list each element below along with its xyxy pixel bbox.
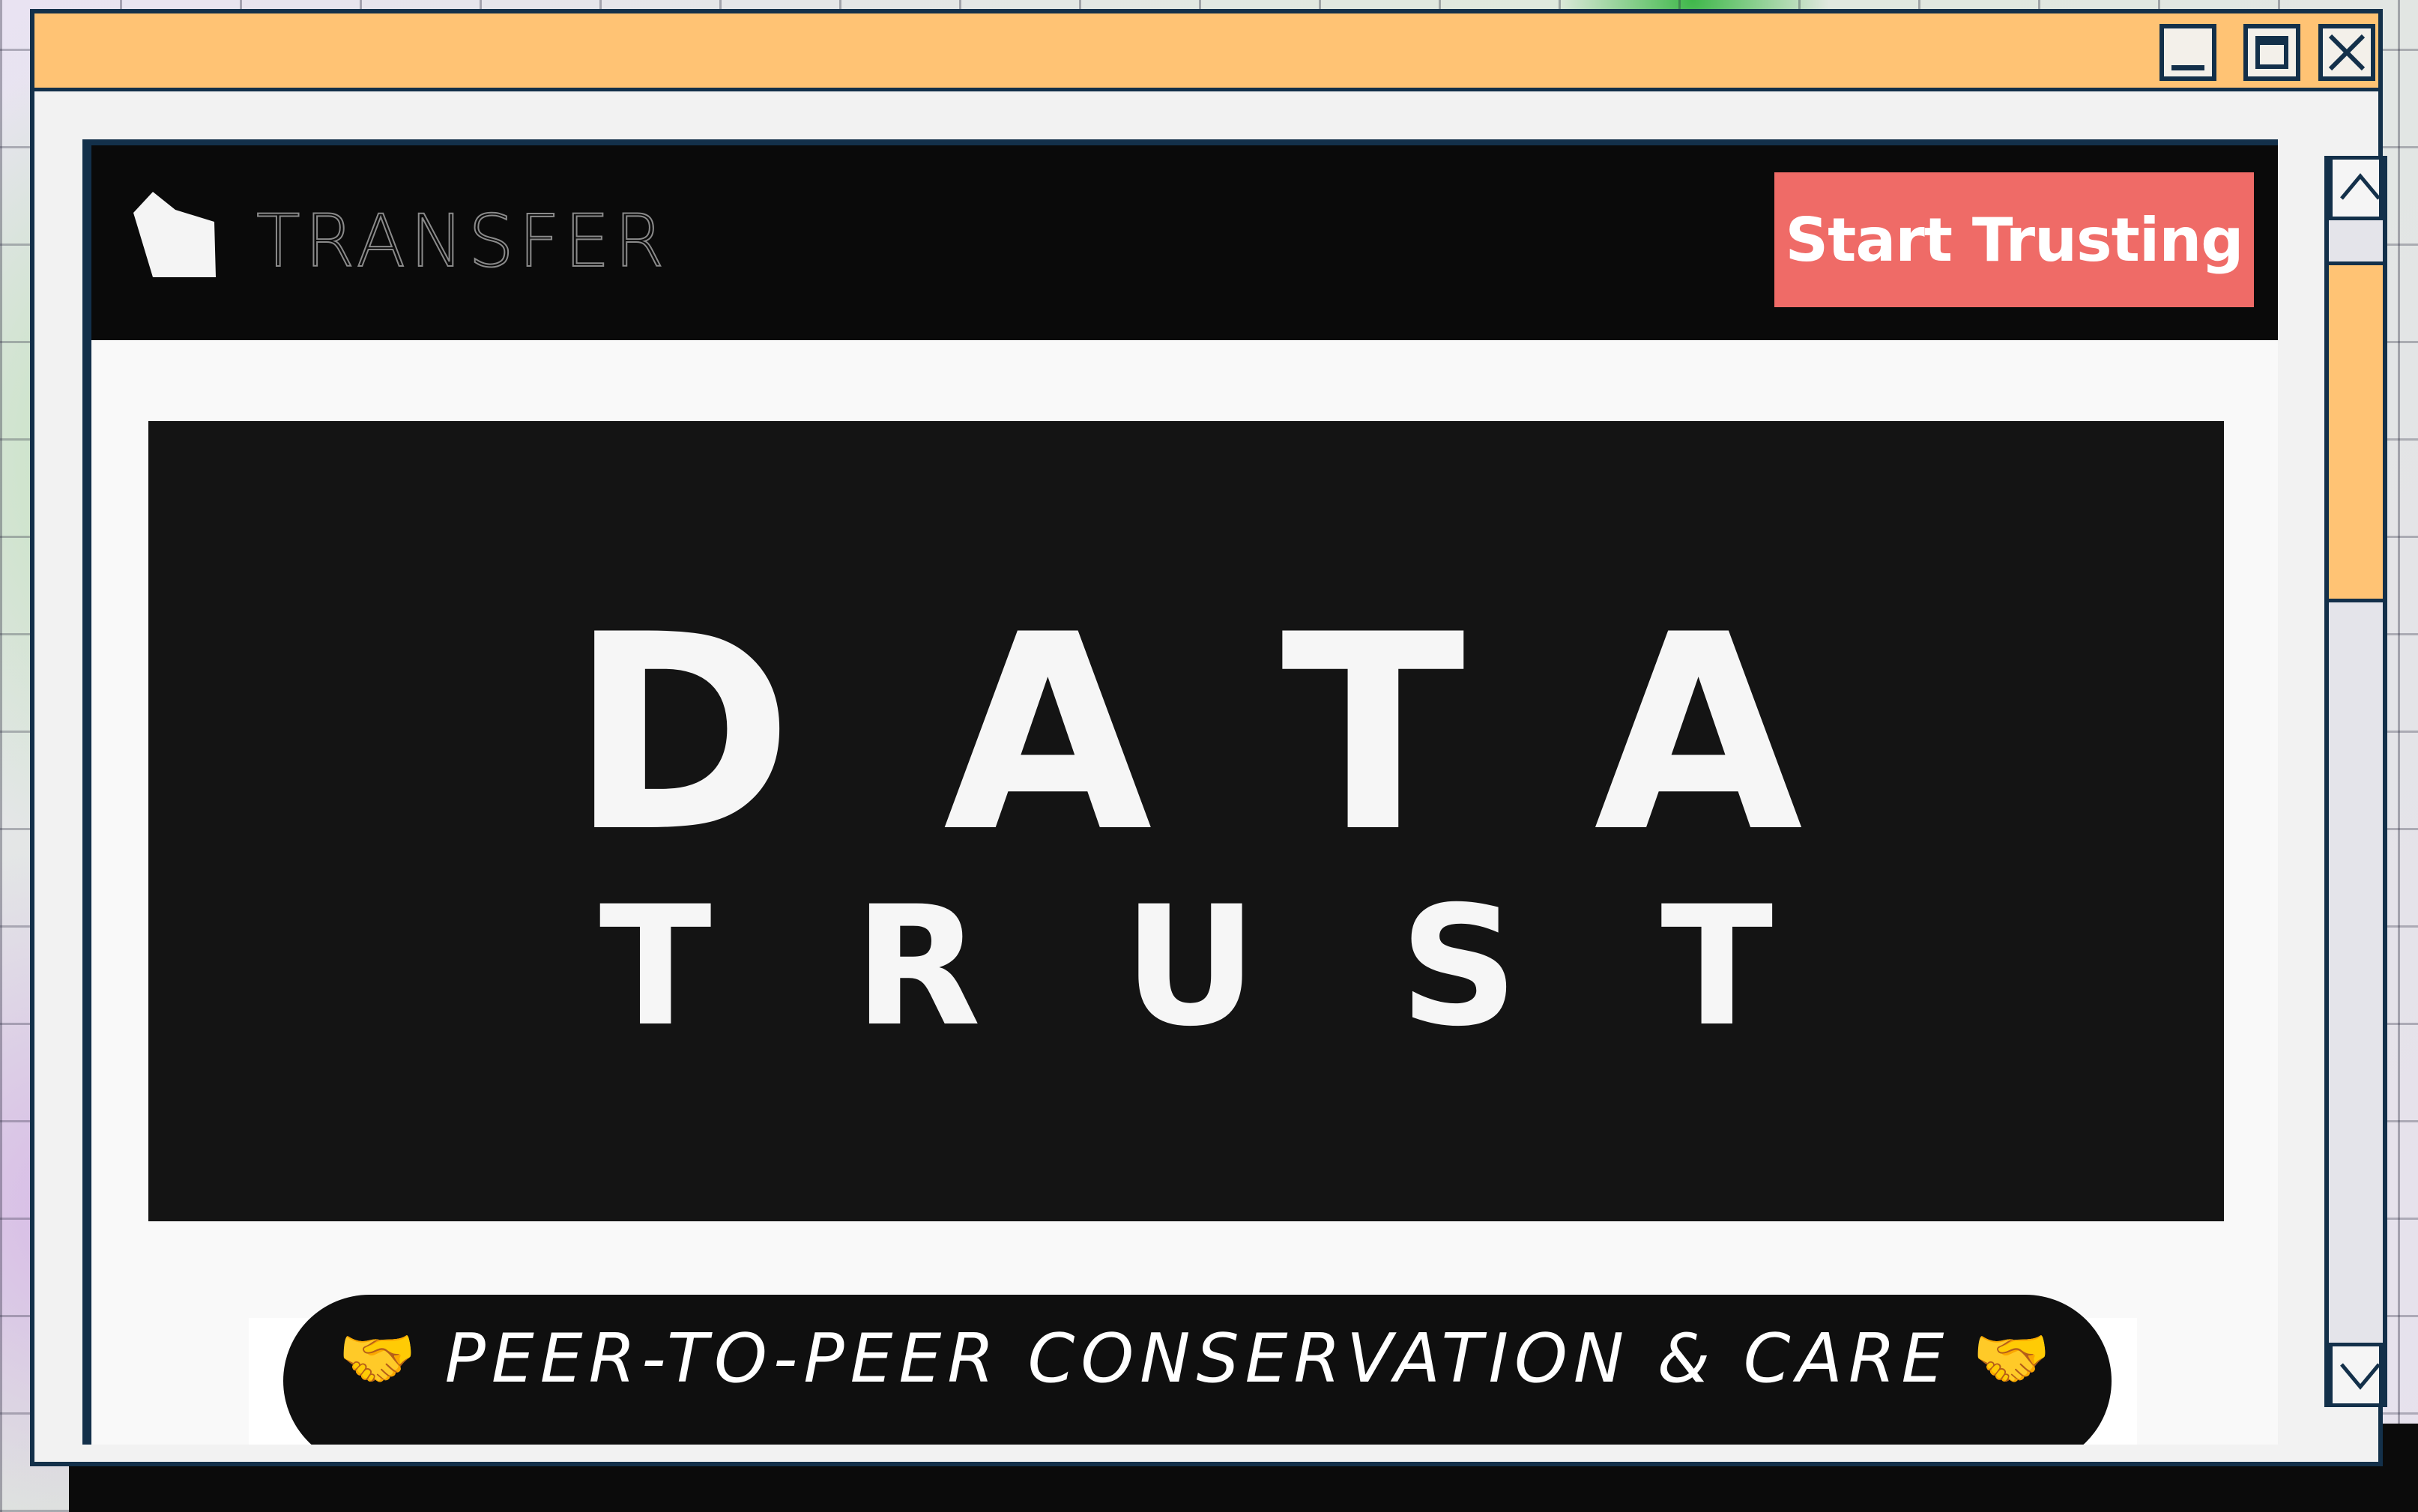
scrollbar-thumb[interactable]: [2329, 265, 2383, 602]
browser-window: TRANSFER Start Trusting DATA TRUST 🤝 PEE…: [30, 9, 2387, 1466]
minimize-icon[interactable]: [2159, 24, 2216, 81]
handshake-icon: 🤝: [1972, 1321, 2057, 1395]
web-viewport: TRANSFER Start Trusting DATA TRUST 🤝 PEE…: [82, 139, 2278, 1445]
tagline-pill: 🤝 PEER-TO-PEER CONSERVATION & CARE 🤝: [283, 1295, 2112, 1445]
chevron-down-icon[interactable]: [2329, 1343, 2383, 1407]
logo-text[interactable]: TRANSFER: [256, 199, 668, 284]
tagline-text: PEER-TO-PEER CONSERVATION & CARE: [444, 1319, 1950, 1398]
hero-title-line2: TRUST: [599, 871, 1916, 1062]
handshake-icon: 🤝: [338, 1321, 423, 1395]
scrollbar-track[interactable]: [2329, 220, 2383, 265]
window-titlebar[interactable]: [34, 13, 2378, 91]
chevron-up-icon[interactable]: [2329, 156, 2383, 220]
start-trusting-button[interactable]: Start Trusting: [1774, 172, 2254, 307]
hero-banner: DATA TRUST: [148, 421, 2224, 1221]
transfer-logo-icon[interactable]: [130, 189, 220, 282]
close-icon[interactable]: [2318, 24, 2375, 81]
maximize-icon[interactable]: [2243, 24, 2300, 81]
vertical-scrollbar[interactable]: [2324, 156, 2387, 1407]
hero-title-line1: DATA: [569, 577, 1953, 891]
site-header: TRANSFER Start Trusting: [91, 145, 2278, 340]
